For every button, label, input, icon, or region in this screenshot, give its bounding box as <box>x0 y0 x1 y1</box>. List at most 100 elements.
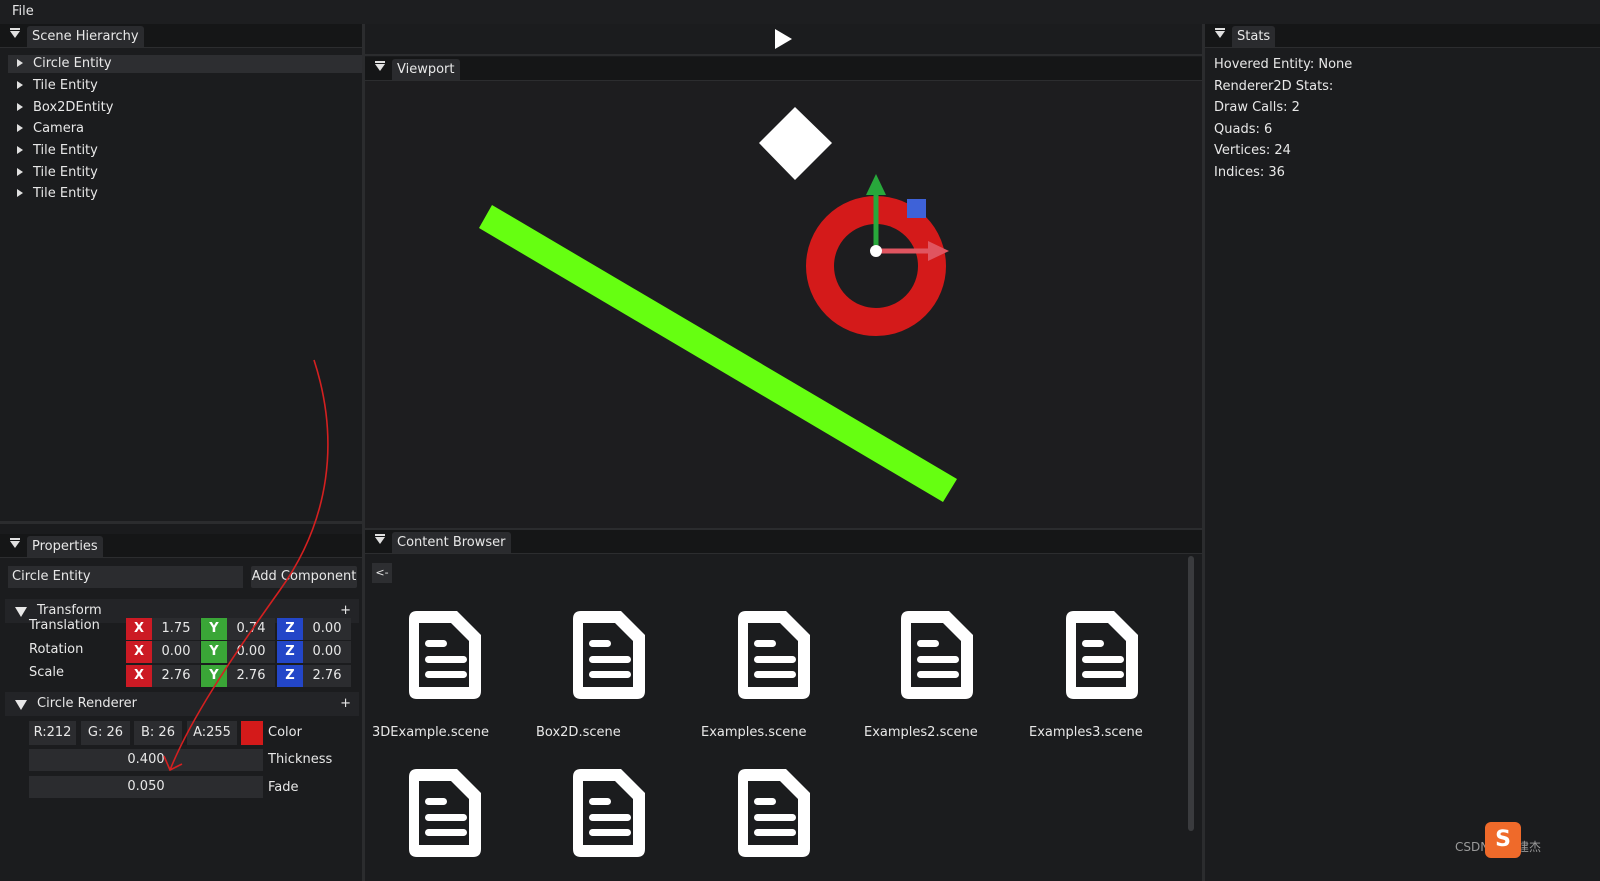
tab-properties[interactable]: Properties <box>27 536 103 557</box>
file-item[interactable]: 3DExample.scene <box>372 607 522 747</box>
translation-y-field[interactable]: 0.74 <box>227 618 275 640</box>
stat-hovered-entity: Hovered Entity: None <box>1214 57 1353 72</box>
expand-arrow-icon[interactable] <box>17 124 23 132</box>
color-label: Color <box>268 725 302 740</box>
rotation-y-field[interactable]: 0.00 <box>227 641 275 663</box>
rotation-z-field[interactable]: 0.00 <box>303 641 351 663</box>
translation-x-field[interactable]: 1.75 <box>152 618 200 640</box>
file-icon <box>1066 611 1138 699</box>
tab-scene-hierarchy[interactable]: Scene Hierarchy <box>27 26 144 47</box>
scale-label: Scale <box>29 665 64 680</box>
stats-header: Stats <box>1205 24 1600 48</box>
play-icon[interactable] <box>775 29 792 49</box>
entity-name-input[interactable]: Circle Entity <box>8 566 243 588</box>
expand-arrow-icon[interactable] <box>17 59 23 67</box>
scale-y-reset[interactable]: Y <box>201 665 227 687</box>
rotation-x-field[interactable]: 0.00 <box>152 641 200 663</box>
scale-x-reset[interactable]: X <box>126 665 152 687</box>
collapse-triangle-icon[interactable] <box>1215 31 1225 38</box>
tree-item-tile-entity[interactable]: Tile Entity <box>8 142 362 160</box>
file-name: Box2D.scene <box>536 725 621 740</box>
translation-x-reset[interactable]: X <box>126 618 152 640</box>
color-a-field[interactable]: A:255 <box>187 721 237 745</box>
color-g-field[interactable]: G: 26 <box>81 721 130 745</box>
scene-hierarchy-panel: Scene Hierarchy Circle Entity Tile Entit… <box>0 24 362 521</box>
file-name: 3DExample.scene <box>372 725 489 740</box>
collapse-triangle-icon[interactable] <box>375 537 385 544</box>
stat-quads: Quads: 6 <box>1214 122 1273 137</box>
scrollbar[interactable] <box>1188 556 1194 831</box>
file-item[interactable]: Examples.scene <box>701 607 851 747</box>
diamond-sprite[interactable] <box>759 107 832 180</box>
tree-item-camera[interactable]: Camera <box>8 120 362 138</box>
collapse-bar-icon <box>375 534 385 536</box>
tab-stats[interactable]: Stats <box>1232 26 1276 47</box>
tree-item-label: Box2DEntity <box>33 100 114 115</box>
left-horizontal-splitter[interactable] <box>0 521 362 524</box>
collapse-bar-icon <box>10 28 20 30</box>
sogou-logo-icon: S <box>1485 822 1521 858</box>
thickness-field[interactable]: 0.400 <box>29 749 263 771</box>
color-swatch[interactable] <box>241 721 263 745</box>
tab-content-browser[interactable]: Content Browser <box>392 532 511 553</box>
color-r-field[interactable]: R:212 <box>29 721 76 745</box>
rotation-x-reset[interactable]: X <box>126 641 152 663</box>
circle-renderer-section-header[interactable]: Circle Renderer + <box>5 692 359 716</box>
file-item[interactable]: Box2D.scene <box>536 607 686 747</box>
collapse-bar-icon <box>375 61 385 63</box>
fade-field[interactable]: 0.050 <box>29 776 263 798</box>
translation-z-reset[interactable]: Z <box>277 618 303 640</box>
tree-item-label: Tile Entity <box>33 165 98 180</box>
stat-draw-calls: Draw Calls: 2 <box>1214 100 1300 115</box>
scale-z-reset[interactable]: Z <box>277 665 303 687</box>
viewport-scene[interactable] <box>365 81 1202 536</box>
scale-y-field[interactable]: 2.76 <box>227 665 275 687</box>
scale-x-field[interactable]: 2.76 <box>152 665 200 687</box>
file-icon <box>409 769 481 857</box>
menu-file[interactable]: File <box>12 4 34 19</box>
gizmo-center[interactable] <box>870 245 882 257</box>
rotation-y-reset[interactable]: Y <box>201 641 227 663</box>
scene-hierarchy-header: Scene Hierarchy <box>0 24 362 48</box>
collapse-triangle-icon[interactable] <box>10 541 20 548</box>
tab-viewport[interactable]: Viewport <box>392 59 460 80</box>
content-browser-header: Content Browser <box>365 530 1202 554</box>
translation-z-field[interactable]: 0.00 <box>303 618 351 640</box>
collapse-bar-icon <box>1215 28 1225 30</box>
expand-arrow-icon[interactable] <box>17 168 23 176</box>
stat-indices: Indices: 36 <box>1214 165 1285 180</box>
file-item[interactable] <box>536 765 686 881</box>
properties-header: Properties <box>0 534 362 558</box>
tree-item-label: Tile Entity <box>33 78 98 93</box>
file-item[interactable]: Examples2.scene <box>864 607 1014 747</box>
tree-item-tile-entity[interactable]: Tile Entity <box>8 77 362 95</box>
add-component-button[interactable]: Add Component <box>251 566 357 588</box>
scale-z-field[interactable]: 2.76 <box>303 665 351 687</box>
file-icon <box>409 611 481 699</box>
color-b-field[interactable]: B: 26 <box>134 721 182 745</box>
back-button[interactable]: <- <box>372 563 392 583</box>
collapse-triangle-icon[interactable] <box>10 31 20 38</box>
translation-y-reset[interactable]: Y <box>201 618 227 640</box>
expand-arrow-icon[interactable] <box>17 103 23 111</box>
file-item[interactable] <box>372 765 522 881</box>
expand-arrow-icon[interactable] <box>17 81 23 89</box>
tree-item-tile-entity[interactable]: Tile Entity <box>8 164 362 182</box>
rotation-label: Rotation <box>29 642 84 657</box>
tree-item-circle-entity[interactable]: Circle Entity <box>8 55 362 73</box>
tree-item-label: Circle Entity <box>33 56 112 71</box>
file-item[interactable] <box>701 765 851 881</box>
gizmo-plane-handle[interactable] <box>907 199 926 218</box>
section-triangle-icon[interactable] <box>15 700 27 710</box>
collapse-triangle-icon[interactable] <box>375 64 385 71</box>
expand-arrow-icon[interactable] <box>17 146 23 154</box>
stat-renderer-header: Renderer2D Stats: <box>1214 79 1334 94</box>
gizmo-y-arrow-icon[interactable] <box>866 174 886 195</box>
section-triangle-icon[interactable] <box>15 607 27 617</box>
circle-renderer-settings-button[interactable]: + <box>340 692 351 716</box>
expand-arrow-icon[interactable] <box>17 189 23 197</box>
file-item[interactable]: Examples3.scene <box>1029 607 1179 747</box>
rotation-z-reset[interactable]: Z <box>277 641 303 663</box>
tree-item-box2d-entity[interactable]: Box2DEntity <box>8 99 362 117</box>
tree-item-tile-entity[interactable]: Tile Entity <box>8 185 362 203</box>
